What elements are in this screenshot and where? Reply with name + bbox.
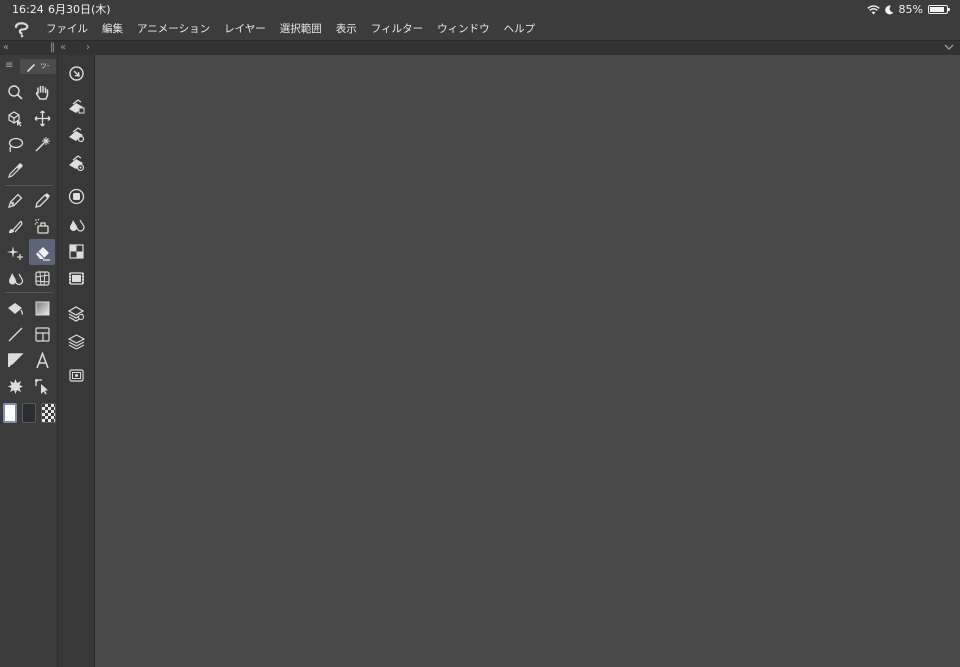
menu-help[interactable]: ヘルプ bbox=[504, 19, 536, 40]
layers-icon[interactable] bbox=[66, 331, 86, 351]
status-time: 16:24 bbox=[12, 3, 44, 16]
pen-icon[interactable] bbox=[2, 187, 28, 213]
line-figure-icon[interactable] bbox=[2, 321, 28, 347]
ios-status-bar: 16:24 6月30日(木) 85% bbox=[0, 0, 960, 19]
panel-dock-bar: « ‖ « › bbox=[0, 40, 960, 55]
app-logo-icon[interactable] bbox=[13, 21, 31, 38]
chevron-down-icon[interactable] bbox=[944, 44, 954, 51]
status-date: 6月30日(木) bbox=[48, 3, 111, 16]
magic-wand-icon[interactable] bbox=[29, 131, 55, 157]
frame-border-icon[interactable] bbox=[29, 321, 55, 347]
tool-grid-shape bbox=[2, 295, 56, 399]
layer-property-icon[interactable] bbox=[66, 97, 86, 117]
menu-layer[interactable]: レイヤー bbox=[224, 19, 266, 40]
expand-right-icon[interactable]: › bbox=[86, 41, 90, 54]
dock-grip-icon[interactable]: ‖ bbox=[50, 41, 55, 54]
battery-icon bbox=[928, 5, 950, 14]
collapse-palette-icon[interactable]: « bbox=[60, 41, 66, 54]
text-icon[interactable] bbox=[29, 347, 55, 373]
decoration-icon[interactable] bbox=[2, 239, 28, 265]
tool-grid-nav bbox=[2, 79, 56, 183]
empty-slot bbox=[29, 157, 55, 183]
zoom-icon[interactable] bbox=[2, 79, 28, 105]
tool-tab[interactable]: ツ- bbox=[20, 59, 56, 74]
eraser-icon[interactable] bbox=[29, 239, 55, 265]
move-layer-icon[interactable] bbox=[29, 105, 55, 131]
menu-filter[interactable]: フィルター bbox=[371, 19, 423, 40]
wifi-icon bbox=[866, 4, 880, 14]
sub-color-chip[interactable] bbox=[22, 403, 36, 423]
collapse-left-icon[interactable]: « bbox=[3, 41, 9, 54]
transparent-color-chip[interactable] bbox=[41, 403, 56, 423]
sub-view-icon[interactable] bbox=[66, 186, 86, 206]
color-mixing-icon[interactable] bbox=[66, 214, 86, 234]
palette-dock-column bbox=[58, 55, 95, 667]
operation-icon[interactable] bbox=[2, 105, 28, 131]
menu-view[interactable]: 表示 bbox=[336, 19, 357, 40]
color-chips bbox=[2, 403, 58, 423]
menu-bar: ファイル 編集 アニメーション レイヤー 選択範囲 表示 フィルター ウィンドウ… bbox=[0, 19, 960, 40]
menu-window[interactable]: ウィンドウ bbox=[437, 19, 490, 40]
tool-panel-tabs: ≡ ツ- bbox=[0, 59, 58, 74]
menu-selection[interactable]: 選択範囲 bbox=[280, 19, 322, 40]
layer-search-icon[interactable] bbox=[66, 125, 86, 145]
correct-line-icon[interactable] bbox=[2, 347, 28, 373]
balloon-icon[interactable] bbox=[2, 373, 28, 399]
color-set-icon[interactable] bbox=[66, 241, 86, 261]
pencil-icon[interactable] bbox=[29, 187, 55, 213]
fill-icon[interactable] bbox=[2, 295, 28, 321]
menu-file[interactable]: ファイル bbox=[46, 19, 88, 40]
menu-animation[interactable]: アニメーション bbox=[137, 19, 210, 40]
brush-tab-icon bbox=[27, 64, 35, 72]
battery-percent: 85% bbox=[898, 3, 923, 16]
gradient-icon[interactable] bbox=[29, 295, 55, 321]
blend-icon[interactable] bbox=[2, 265, 28, 291]
moon-icon bbox=[884, 5, 893, 14]
perspective-ruler-icon[interactable] bbox=[29, 265, 55, 291]
panel-menu-icon[interactable]: ≡ bbox=[5, 59, 17, 74]
tool-separator bbox=[5, 292, 53, 293]
menu-edit[interactable]: 編集 bbox=[102, 19, 123, 40]
lasso-select-icon[interactable] bbox=[2, 131, 28, 157]
layer-search-all-icon[interactable] bbox=[66, 153, 86, 173]
tool-separator bbox=[5, 185, 53, 186]
brush-icon[interactable] bbox=[2, 213, 28, 239]
layer-stack-icon[interactable] bbox=[66, 303, 86, 323]
tool-tab-label: ツ- bbox=[40, 62, 50, 70]
object-select-icon[interactable] bbox=[29, 373, 55, 399]
canvas-area[interactable] bbox=[95, 55, 960, 667]
main-color-chip[interactable] bbox=[3, 403, 17, 423]
tile-material-icon[interactable] bbox=[66, 268, 86, 288]
tool-panel: ≡ ツ- bbox=[0, 55, 58, 667]
airbrush-icon[interactable] bbox=[29, 213, 55, 239]
eyedropper-icon[interactable] bbox=[2, 157, 28, 183]
hand-icon[interactable] bbox=[29, 79, 55, 105]
menu-list: ファイル 編集 アニメーション レイヤー 選択範囲 表示 フィルター ウィンドウ… bbox=[46, 19, 549, 40]
navigator-icon[interactable] bbox=[66, 63, 86, 83]
status-right: 85% bbox=[866, 0, 950, 19]
tool-grid-draw bbox=[2, 187, 56, 291]
animation-cels-icon[interactable] bbox=[66, 365, 86, 385]
